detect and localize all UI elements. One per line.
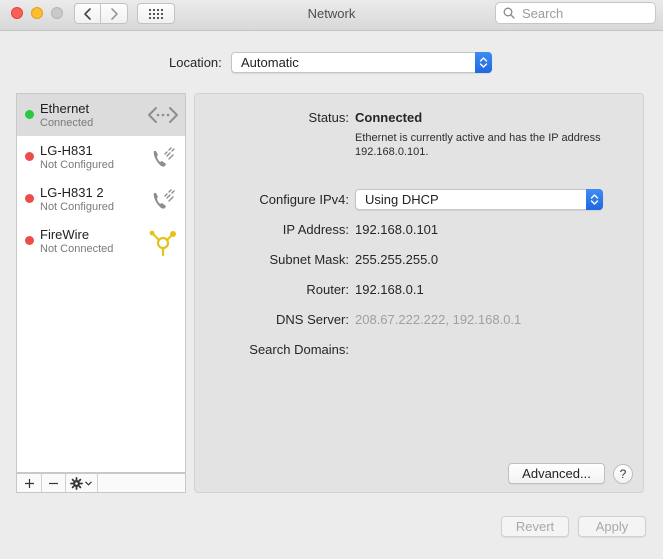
phone-icon — [153, 147, 175, 167]
help-button[interactable]: ? — [613, 464, 633, 484]
configure-ipv4-popup[interactable]: Using DHCP — [355, 189, 603, 210]
configure-ipv4-value: Using DHCP — [365, 192, 439, 207]
status-dot — [25, 194, 34, 203]
ip-address-label: IP Address: — [282, 222, 349, 237]
service-item-lg-h831[interactable]: LG-H831 Not Configured — [17, 136, 185, 178]
service-list-controls — [16, 473, 186, 493]
service-status: Not Configured — [40, 201, 114, 213]
service-name: Ethernet — [40, 101, 90, 116]
service-status: Connected — [40, 117, 94, 129]
search-domains-label: Search Domains: — [249, 342, 349, 357]
service-status: Not Connected — [40, 243, 114, 255]
chevron-down-icon — [85, 480, 92, 486]
location-value: Automatic — [241, 55, 299, 70]
ip-address-value: 192.168.0.101 — [355, 222, 439, 237]
status-dot — [25, 236, 34, 245]
titlebar: Network — [0, 0, 663, 31]
dns-server-label: DNS Server: — [276, 312, 349, 327]
status-dot — [25, 110, 34, 119]
apply-button[interactable]: Apply — [578, 516, 646, 537]
service-name: LG-H831 — [40, 143, 93, 158]
configure-ipv4-label: Configure IPv4: — [259, 192, 349, 207]
network-preferences-window: Network Location: Automatic Ethernet Con… — [0, 0, 663, 559]
plus-icon — [24, 478, 34, 488]
search-icon — [503, 7, 515, 19]
location-label: Location: — [169, 55, 222, 70]
service-status: Not Configured — [40, 159, 114, 171]
status-value: Connected — [355, 110, 423, 125]
status-description: Ethernet is currently active and has the… — [355, 132, 601, 158]
gear-icon — [70, 476, 83, 490]
status-dot — [25, 152, 34, 161]
add-service-button[interactable] — [17, 474, 42, 492]
revert-button[interactable]: Revert — [501, 516, 569, 537]
service-name: FireWire — [40, 227, 90, 242]
remove-service-button[interactable] — [41, 474, 66, 492]
service-name: LG-H831 2 — [40, 185, 104, 200]
popup-arrows-icon — [586, 189, 603, 210]
minus-icon — [48, 482, 58, 484]
dns-server-value: 208.67.222.222, 192.168.0.1 — [355, 312, 522, 327]
subnet-mask-value: 255.255.255.0 — [355, 252, 439, 267]
action-menu-button[interactable] — [65, 474, 98, 492]
advanced-button[interactable]: Advanced... — [508, 463, 605, 484]
search-input[interactable] — [520, 4, 644, 22]
router-value: 192.168.0.1 — [355, 282, 424, 297]
status-label: Status: — [308, 110, 349, 125]
subnet-mask-label: Subnet Mask: — [269, 252, 350, 267]
router-label: Router: — [306, 282, 349, 297]
location-popup[interactable]: Automatic — [231, 52, 492, 73]
search-field[interactable] — [495, 2, 656, 24]
popup-arrows-icon — [475, 52, 492, 73]
